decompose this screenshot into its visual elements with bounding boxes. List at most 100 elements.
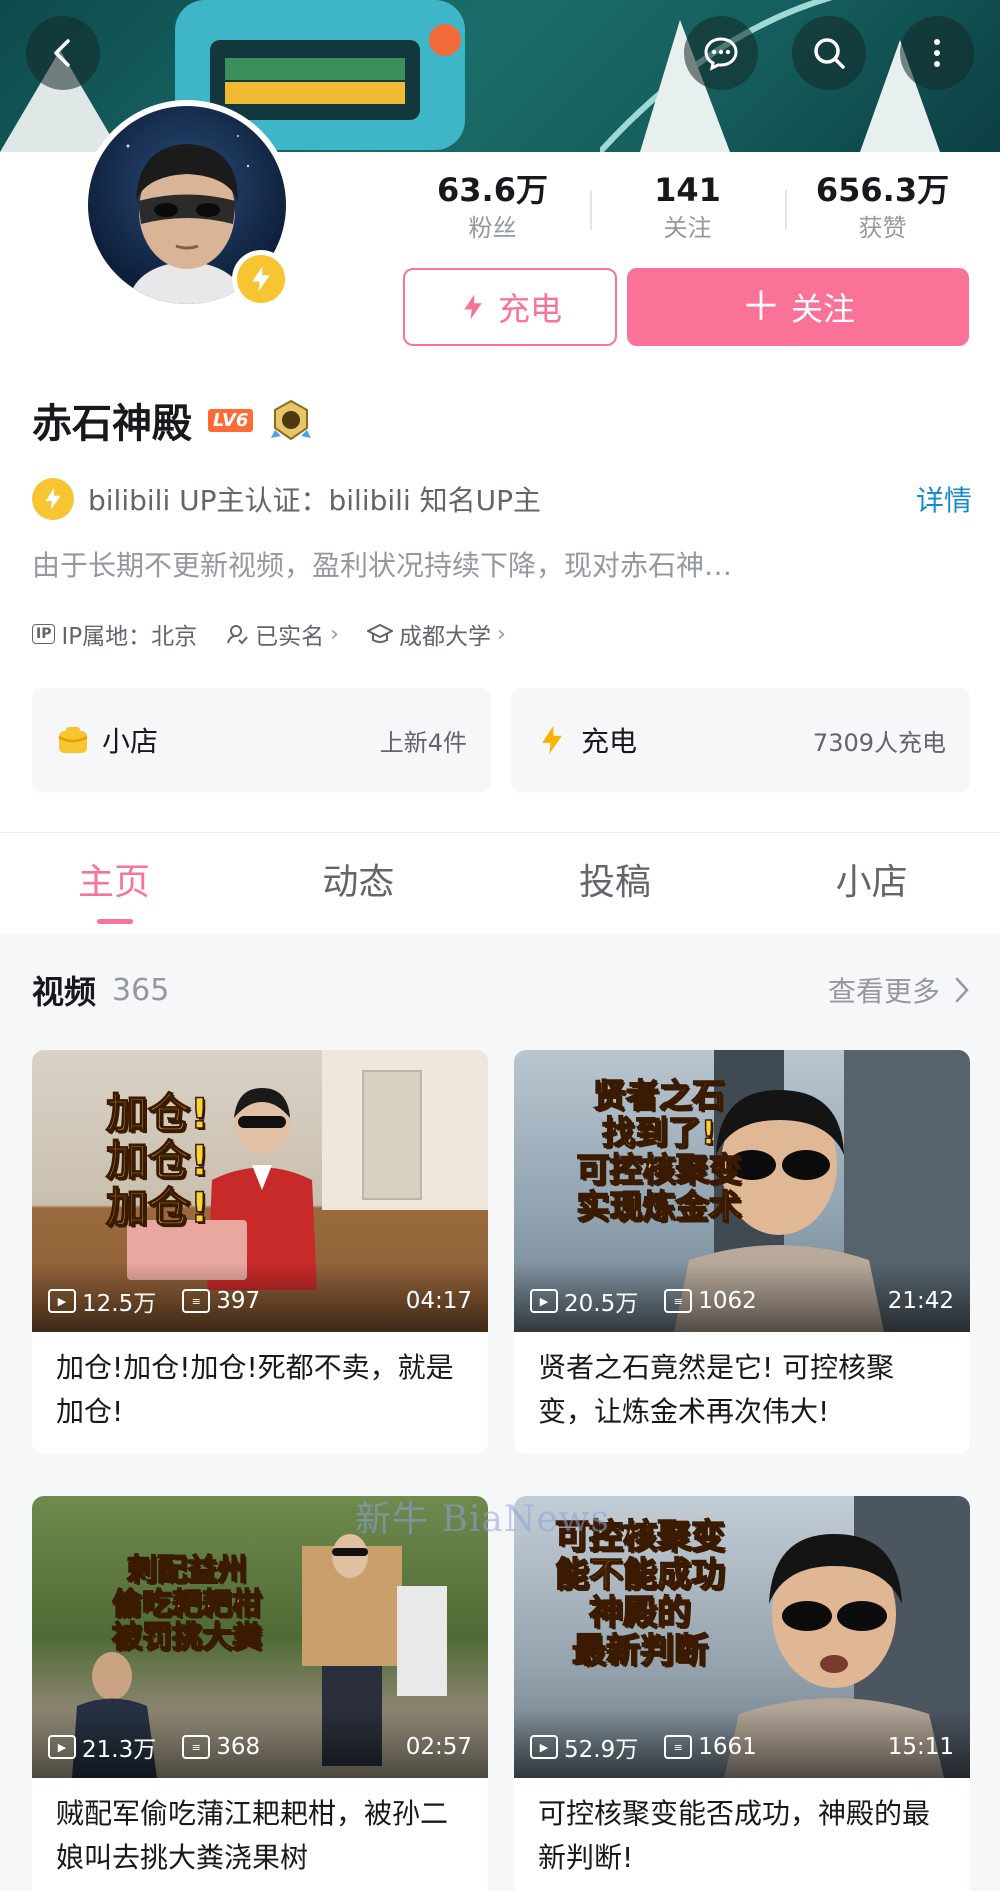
stat-fans[interactable]: 63.6万 粉丝 (395, 170, 590, 250)
stat-following[interactable]: 141 关注 (590, 170, 785, 250)
shop-card-title: 小店 (102, 725, 159, 758)
danmaku-icon: ≡ (664, 1735, 693, 1759)
video-title: 贼配军偷吃蒲江耙耙柑，被孙二娘叫去挑大粪浇果树 (56, 1797, 449, 1874)
video-thumbnail: 加仓! 加仓! 加仓! ▶ 12.5万 ≡ 397 04:17 (32, 1050, 488, 1332)
danmaku-icon: ≡ (182, 1735, 211, 1759)
video-card[interactable]: 贤者之石 找到了! 可控核聚变 实现炼金术 ▶ 20.5万 ≡ 1062 21:42… (514, 1050, 970, 1454)
up-verified-badge (232, 250, 290, 308)
tab-uploads[interactable]: 投稿 (487, 833, 744, 934)
profile-page: { "header": { "back_icon": "chevron-left… (0, 0, 1000, 1891)
message-button[interactable] (684, 16, 758, 90)
danmaku-count: 397 (216, 1288, 261, 1314)
profile-stats: 63.6万 粉丝 141 关注 656.3万 获赞 (395, 170, 980, 250)
stat-value: 141 (654, 171, 721, 209)
feature-cards: 小店 上新4件 充电 7309人充电 (32, 688, 970, 792)
lightning-icon (542, 725, 562, 755)
name-row: 赤石神殿 LV6 (32, 390, 313, 450)
bio-text[interactable]: 由于长期不更新视频，盈利状况持续下降，现对赤石神… (32, 544, 972, 584)
message-icon (704, 37, 738, 71)
follow-button-label: 关注 (790, 290, 855, 328)
meta-row: IP IP属地：北京 已实名 › 成都大学 › (32, 614, 506, 654)
ip-icon: IP (32, 624, 56, 644)
verification-text: bilibili UP主认证：bilibili 知名UP主 (88, 484, 542, 517)
video-title: 贤者之石竟然是它! 可控核聚变，让炼金术再次伟大! (538, 1351, 895, 1428)
video-stats: ▶ 52.9万 ≡ 1661 15:11 (530, 1730, 954, 1764)
back-button[interactable] (26, 16, 100, 90)
view-count: 12.5万 (82, 1291, 157, 1317)
charge-button[interactable]: 充电 (403, 268, 617, 346)
level-badge[interactable]: LV6 (208, 408, 254, 432)
ip-location-text: IP属地：北京 (61, 624, 198, 650)
tab-home[interactable]: 主页 (0, 833, 230, 934)
see-more-label: 查看更多 (827, 975, 940, 1008)
chevron-left-icon (54, 39, 70, 67)
medal-icon[interactable] (269, 398, 313, 442)
details-link[interactable]: 详情 (916, 479, 972, 519)
video-title: 可控核聚变能否成功，神殿的最新判断! (538, 1797, 931, 1874)
tab-shop[interactable]: 小店 (743, 833, 1000, 934)
verified-lightning-icon (32, 478, 74, 520)
verification-row: bilibili UP主认证：bilibili 知名UP主 详情 (32, 474, 972, 524)
search-button[interactable] (792, 16, 866, 90)
video-card[interactable]: 加仓! 加仓! 加仓! ▶ 12.5万 ≡ 397 04:17 加仓!加仓!加仓!死… (32, 1050, 488, 1454)
video-stats: ▶ 12.5万 ≡ 397 04:17 (48, 1284, 472, 1318)
shop-card[interactable]: 小店 上新4件 (32, 688, 491, 792)
lightning-icon (252, 266, 270, 292)
thumbnail-caption: 贤者之石 找到了! 可控核聚变 实现炼金术 (576, 1076, 743, 1226)
video-stats: ▶ 20.5万 ≡ 1062 21:42 (530, 1284, 954, 1318)
follow-button[interactable]: ＋ 关注 (627, 268, 969, 346)
duration: 02:57 (405, 1734, 472, 1760)
view-count: 21.3万 (82, 1737, 157, 1763)
play-icon: ▶ (530, 1735, 558, 1759)
videos-section-header: 视频 365 查看更多 (32, 960, 970, 1020)
duration: 04:17 (405, 1288, 472, 1314)
username: 赤石神殿 (32, 401, 192, 447)
watermark: 新牛 BiaNews (355, 1499, 610, 1540)
duration: 21:42 (887, 1288, 954, 1314)
play-icon: ▶ (530, 1289, 558, 1313)
school-text: 成都大学 (398, 624, 491, 650)
video-grid: 加仓! 加仓! 加仓! ▶ 12.5万 ≡ 397 04:17 加仓!加仓!加仓!死… (32, 1050, 970, 1891)
video-title: 加仓!加仓!加仓!死都不卖，就是加仓! (56, 1351, 454, 1428)
charge-card-info: 7309人充电 (812, 728, 946, 757)
lightning-icon (464, 294, 482, 320)
school-item[interactable]: 成都大学 › (366, 617, 506, 651)
video-card[interactable]: 可控核聚变 能不能成功 神殿的 最新判断 ▶ 52.9万 ≡ 1661 15:11 … (514, 1496, 970, 1891)
stat-value: 656.3万 (815, 171, 950, 209)
chevron-right-icon: › (496, 621, 506, 647)
tab-dynamics[interactable]: 动态 (230, 833, 487, 934)
danmaku-count: 368 (216, 1734, 261, 1760)
ip-location: IP IP属地：北京 (32, 617, 197, 651)
thumbnail-caption: 加仓! 加仓! 加仓! (105, 1089, 210, 1233)
stat-likes[interactable]: 656.3万 获赞 (785, 170, 980, 250)
danmaku-count: 1661 (698, 1734, 757, 1760)
danmaku-count: 1062 (698, 1288, 757, 1314)
charge-button-label: 充电 (497, 290, 562, 328)
stat-value: 63.6万 (437, 171, 548, 209)
more-button[interactable] (900, 16, 974, 90)
video-stats: ▶ 21.3万 ≡ 368 02:57 (48, 1730, 472, 1764)
duration: 15:11 (887, 1734, 954, 1760)
chevron-right-icon: › (330, 621, 339, 647)
profile-tabs: 主页 动态 投稿 小店 (0, 832, 1000, 934)
stat-label: 粉丝 (468, 214, 517, 242)
play-icon: ▶ (48, 1289, 76, 1313)
section-title: 视频 (32, 973, 97, 1011)
plus-icon: ＋ (740, 284, 781, 330)
real-name-text: 已实名 (255, 624, 325, 650)
video-card[interactable]: 刺配益州 偷吃耙耙柑 被罚挑大粪 ▶ 21.3万 ≡ 368 02:57 贼配军偷吃… (32, 1496, 488, 1891)
shop-icon (58, 727, 88, 753)
real-name-item[interactable]: 已实名 › (225, 617, 339, 651)
stat-label: 关注 (663, 214, 712, 242)
see-more-link[interactable]: 查看更多 (828, 970, 970, 1010)
video-thumbnail: 贤者之石 找到了! 可控核聚变 实现炼金术 ▶ 20.5万 ≡ 1062 21:42 (514, 1050, 970, 1332)
view-count: 52.9万 (564, 1737, 639, 1763)
view-count: 20.5万 (564, 1291, 639, 1317)
charge-card[interactable]: 充电 7309人充电 (511, 688, 970, 792)
more-vertical-icon (934, 39, 940, 67)
danmaku-icon: ≡ (664, 1289, 693, 1313)
search-icon (814, 38, 845, 69)
user-verified-icon (227, 625, 248, 645)
chevron-right-icon (955, 977, 969, 1003)
charge-card-title: 充电 (581, 725, 638, 758)
